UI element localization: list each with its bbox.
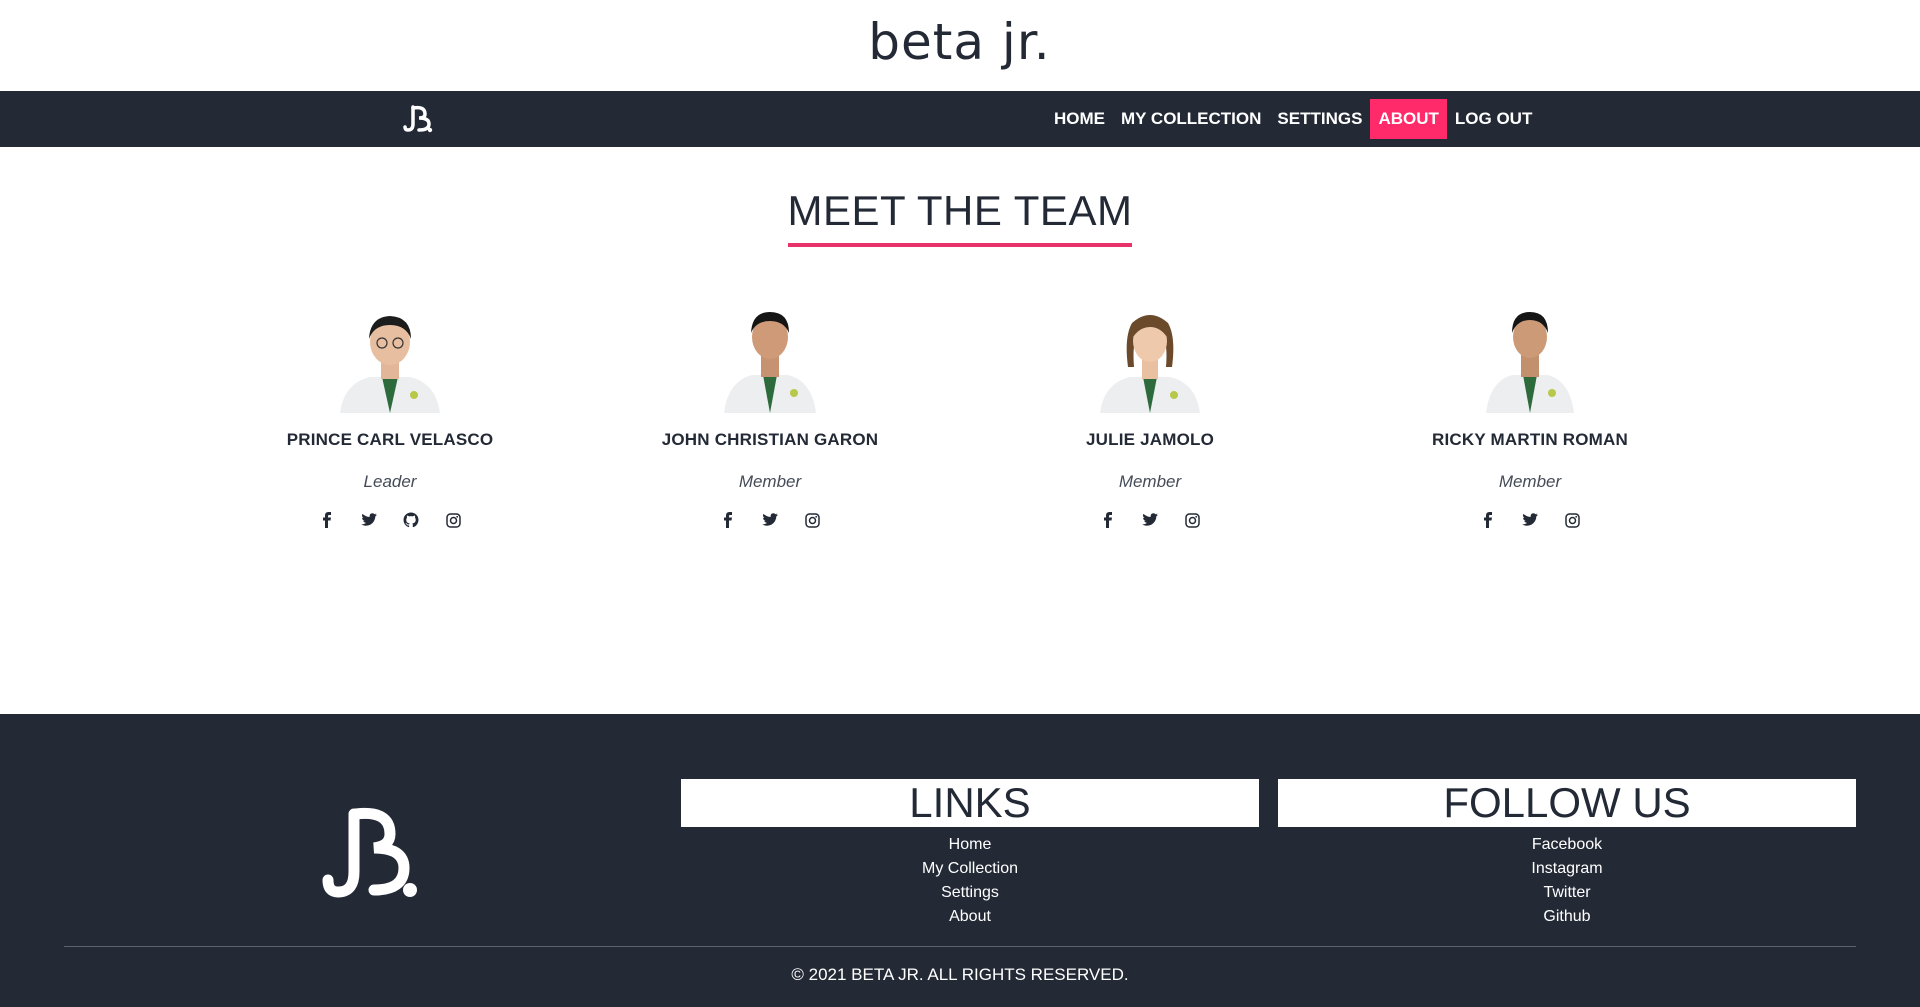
copyright-text: © 2021 BETA JR. ALL RIGHTS RESERVED. <box>791 965 1129 984</box>
nav-log-out[interactable]: LOG OUT <box>1447 99 1540 139</box>
facebook-icon[interactable] <box>1478 510 1498 530</box>
team-member-card: JULIE JAMOLO Member <box>960 297 1340 530</box>
footer-links-list: Home My Collection Settings About <box>681 833 1259 929</box>
twitter-icon[interactable] <box>359 510 379 530</box>
member-socials <box>580 510 960 530</box>
footer-link-instagram[interactable]: Instagram <box>1278 857 1856 881</box>
member-socials <box>200 510 580 530</box>
member-name: JULIE JAMOLO <box>1085 430 1215 449</box>
member-name: PRINCE CARL VELASCO <box>286 430 494 449</box>
instagram-icon[interactable] <box>1182 510 1202 530</box>
footer-link-my-collection[interactable]: My Collection <box>681 857 1259 881</box>
member-avatar <box>1100 315 1200 413</box>
team-member-card: JOHN CHRISTIAN GARON Member <box>580 297 960 530</box>
footer-divider <box>64 946 1856 947</box>
facebook-icon[interactable] <box>718 510 738 530</box>
twitter-icon[interactable] <box>760 510 780 530</box>
nav-menu: HOME MY COLLECTION SETTINGS ABOUT LOG OU… <box>1046 99 1540 139</box>
section-title: MEET THE TEAM <box>787 187 1133 247</box>
footer-links-column: LINKS Home My Collection Settings About <box>681 779 1259 929</box>
facebook-icon[interactable] <box>1098 510 1118 530</box>
nav-about[interactable]: ABOUT <box>1370 99 1447 139</box>
footer-link-twitter[interactable]: Twitter <box>1278 881 1856 905</box>
footer-link-about[interactable]: About <box>681 905 1259 929</box>
footer-follow-list: Facebook Instagram Twitter Github <box>1278 833 1856 929</box>
member-role: Member <box>1498 472 1562 491</box>
footer: LINKS Home My Collection Settings About … <box>0 714 1920 1007</box>
member-avatar <box>1486 312 1574 413</box>
navbar: HOME MY COLLECTION SETTINGS ABOUT LOG OU… <box>0 91 1920 147</box>
team-member-card: RICKY MARTIN ROMAN Member <box>1340 297 1720 530</box>
twitter-icon[interactable] <box>1140 510 1160 530</box>
member-avatar <box>340 316 440 413</box>
member-socials <box>1340 510 1720 530</box>
member-avatar <box>724 312 816 413</box>
member-name: JOHN CHRISTIAN GARON <box>661 430 879 449</box>
github-icon[interactable] <box>401 510 421 530</box>
brand-header: beta jr. <box>0 0 1920 91</box>
section-title-wrap: MEET THE TEAM <box>0 187 1920 247</box>
jb-logo-icon[interactable] <box>403 104 435 134</box>
nav-my-collection[interactable]: MY COLLECTION <box>1113 99 1269 139</box>
instagram-icon[interactable] <box>802 510 822 530</box>
nav-home[interactable]: HOME <box>1046 99 1113 139</box>
footer-link-settings[interactable]: Settings <box>681 881 1259 905</box>
footer-link-home[interactable]: Home <box>681 833 1259 857</box>
member-name: RICKY MARTIN ROMAN <box>1432 430 1628 449</box>
instagram-icon[interactable] <box>1562 510 1582 530</box>
nav-settings[interactable]: SETTINGS <box>1269 99 1370 139</box>
instagram-icon[interactable] <box>443 510 463 530</box>
footer-link-github[interactable]: Github <box>1278 905 1856 929</box>
footer-follow-heading: FOLLOW US <box>1278 779 1856 827</box>
jb-logo-icon[interactable] <box>320 806 424 902</box>
footer-links-heading: LINKS <box>681 779 1259 827</box>
twitter-icon[interactable] <box>1520 510 1540 530</box>
site-title: beta jr. <box>868 12 1051 71</box>
facebook-icon[interactable] <box>317 510 337 530</box>
member-role: Member <box>1118 472 1182 491</box>
member-role: Leader <box>363 472 417 491</box>
member-role: Member <box>738 472 802 491</box>
team-section: MEET THE TEAM PRINCE CARL VELASCO Leader <box>0 147 1920 714</box>
footer-link-facebook[interactable]: Facebook <box>1278 833 1856 857</box>
footer-follow-column: FOLLOW US Facebook Instagram Twitter Git… <box>1278 779 1856 929</box>
team-member-card: PRINCE CARL VELASCO Leader <box>200 297 580 530</box>
member-socials <box>960 510 1340 530</box>
